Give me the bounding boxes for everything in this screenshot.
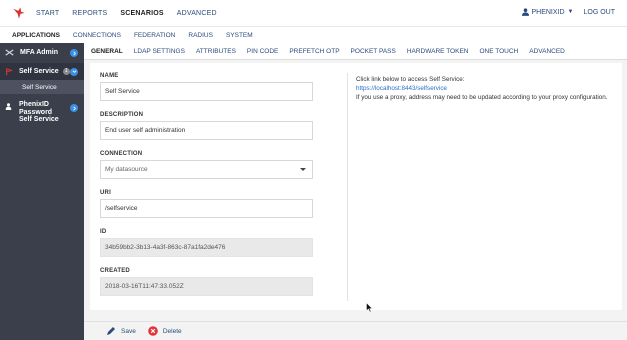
- connection-select[interactable]: My datasource: [100, 160, 313, 179]
- top-navigation-bar: START REPORTS SCENARIOS ADVANCED PHENIXI…: [0, 0, 627, 26]
- id-field: 34b59bb2-3b13-4a3f-863c-87a1fa2de476: [100, 238, 313, 257]
- tab-pin-code[interactable]: PIN CODE: [247, 48, 278, 55]
- info-text: Click link below to access Self Service:: [356, 76, 465, 83]
- count-badge: 1: [62, 68, 70, 75]
- subnav-federation[interactable]: FEDERATION: [134, 32, 175, 39]
- delete-label: Delete: [162, 327, 182, 335]
- action-bar: Save Delete: [84, 321, 627, 340]
- tab-one-touch[interactable]: ONE TOUCH: [479, 48, 518, 55]
- tab-pocket-pass[interactable]: POCKET PASS: [351, 48, 396, 55]
- main-nav: START REPORTS SCENARIOS ADVANCED: [36, 10, 228, 17]
- sidebar-item-label: MFA Admin: [20, 49, 58, 56]
- chevron-right-icon[interactable]: [70, 104, 78, 112]
- tab-prefetch-otp[interactable]: PREFETCH OTP: [289, 48, 339, 55]
- secondary-nav: APPLICATIONS CONNECTIONS FEDERATION RADI…: [0, 26, 627, 43]
- user-area: PHENIXID ▼ LOG OUT: [522, 8, 615, 16]
- chevron-down-icon: ▼: [567, 9, 574, 15]
- uri-field[interactable]: /selfservice: [100, 199, 313, 218]
- description-label: DESCRIPTION: [100, 112, 144, 118]
- sidebar-item-mfa-admin[interactable]: MFA Admin: [0, 43, 84, 62]
- chevron-down-icon[interactable]: [70, 67, 78, 76]
- nav-advanced[interactable]: ADVANCED: [177, 10, 217, 17]
- user-menu[interactable]: PHENIXID ▼: [522, 8, 573, 16]
- flag-icon: [6, 67, 13, 75]
- self-service-info: Click link below to access Self Service:…: [356, 75, 611, 102]
- name-label: NAME: [100, 73, 119, 79]
- subnav-system[interactable]: SYSTEM: [226, 32, 253, 39]
- tab-ldap-settings[interactable]: LDAP SETTINGS: [134, 48, 185, 55]
- id-label: ID: [100, 229, 107, 235]
- created-field: 2018-03-16T11:47:33.052Z: [100, 277, 313, 296]
- mouse-cursor-icon: [366, 302, 373, 313]
- sidebar-subitem-self-service[interactable]: Self Service: [0, 80, 84, 94]
- phoenix-logo-icon[interactable]: [12, 6, 26, 20]
- name-field[interactable]: Self Service: [100, 82, 313, 101]
- nav-scenarios[interactable]: SCENARIOS: [120, 10, 163, 17]
- created-label: CREATED: [100, 268, 130, 274]
- sidebar-item-self-service[interactable]: Self Service 1: [0, 63, 84, 80]
- logout-link[interactable]: LOG OUT: [583, 9, 615, 16]
- subnav-applications[interactable]: APPLICATIONS: [12, 32, 60, 39]
- description-field[interactable]: End user self administration: [100, 121, 313, 140]
- connection-label: CONNECTION: [100, 151, 143, 157]
- config-tabs: GENERAL LDAP SETTINGS ATTRIBUTES PIN COD…: [84, 43, 627, 60]
- application-form: NAME Self Service DESCRIPTION End user s…: [100, 73, 313, 307]
- column-divider: [347, 73, 348, 301]
- tab-attributes[interactable]: ATTRIBUTES: [196, 48, 236, 55]
- person-icon: [5, 103, 12, 110]
- connection-value: My datasource: [105, 166, 148, 173]
- tab-advanced[interactable]: ADVANCED: [529, 48, 565, 55]
- uri-label: URI: [100, 190, 111, 196]
- subnav-radius[interactable]: RADIUS: [188, 32, 213, 39]
- chevron-down-icon: [300, 168, 306, 171]
- sidebar: MFA Admin Self Service 1 Self Service Ph…: [0, 43, 84, 340]
- tools-icon: [5, 49, 14, 56]
- close-circle-icon: [148, 326, 158, 336]
- subnav-connections[interactable]: CONNECTIONS: [73, 32, 121, 39]
- tab-general[interactable]: GENERAL: [91, 48, 123, 55]
- save-label: Save: [121, 327, 136, 335]
- save-button[interactable]: Save: [106, 326, 136, 336]
- tab-hardware-token[interactable]: HARDWARE TOKEN: [407, 48, 469, 55]
- nav-reports[interactable]: REPORTS: [72, 10, 107, 17]
- user-icon: [522, 8, 530, 16]
- delete-button[interactable]: Delete: [148, 326, 182, 336]
- sidebar-item-label: PhenixID Password Self Service: [19, 101, 59, 123]
- general-settings-panel: NAME Self Service DESCRIPTION End user s…: [90, 63, 622, 310]
- self-service-link[interactable]: https://localhost:8443/selfservice: [356, 84, 611, 93]
- chevron-right-icon[interactable]: [70, 49, 78, 57]
- nav-start[interactable]: START: [36, 10, 59, 17]
- proxy-note: If you use a proxy, address may need to …: [356, 94, 608, 101]
- sidebar-item-phenixid-pss[interactable]: PhenixID Password Self Service: [0, 94, 84, 124]
- sidebar-item-label: Self Service: [19, 68, 59, 75]
- user-name: PHENIXID: [531, 8, 565, 16]
- pencil-icon: [107, 327, 115, 335]
